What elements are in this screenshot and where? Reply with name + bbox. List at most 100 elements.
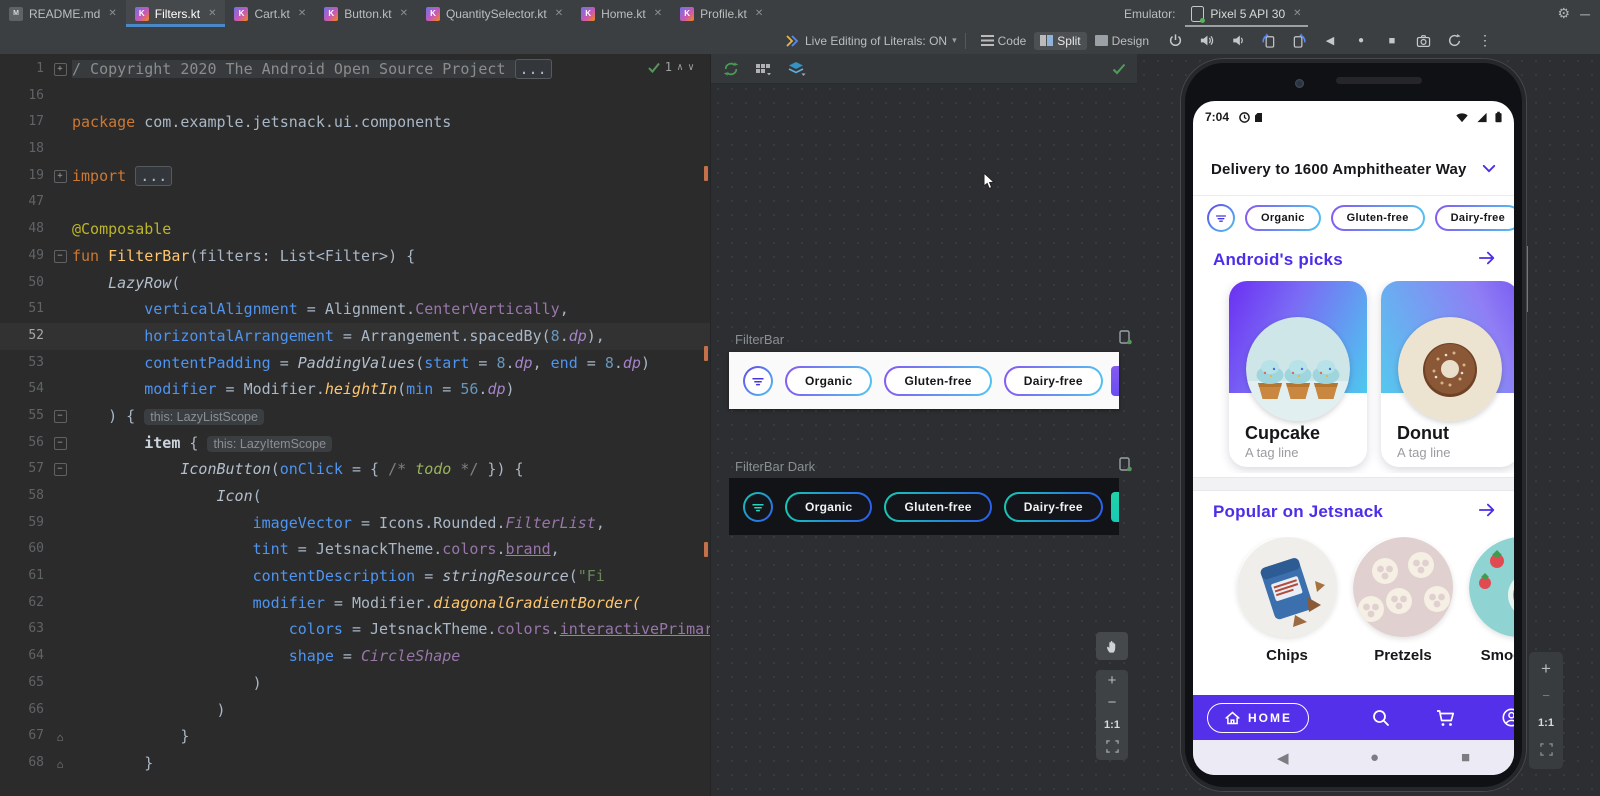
tab-filters-kt[interactable]: K Filters.kt ✕ bbox=[125, 0, 226, 27]
android-home-button[interactable]: ● bbox=[1370, 749, 1379, 766]
rotate-left-icon[interactable] bbox=[1259, 32, 1277, 50]
tab-home-kt[interactable]: K Home.kt ✕ bbox=[572, 0, 671, 27]
zoom-fit-icon[interactable] bbox=[1105, 740, 1119, 756]
close-icon[interactable]: ✕ bbox=[108, 8, 116, 19]
filter-chip-dairy-free[interactable]: Dairy-free bbox=[1003, 365, 1103, 396]
filter-chip-organic[interactable]: Organic bbox=[785, 365, 873, 396]
filter-chip-dairy-free[interactable]: Dairy-free bbox=[1003, 491, 1103, 522]
snapshot-icon[interactable] bbox=[1445, 32, 1463, 50]
more-icon[interactable]: ⋮ bbox=[1476, 32, 1494, 50]
zoom-fit-icon[interactable] bbox=[1539, 743, 1553, 759]
rotate-right-icon[interactable] bbox=[1290, 32, 1308, 50]
layers-icon[interactable] bbox=[788, 61, 806, 77]
filter-icon[interactable] bbox=[1207, 204, 1235, 232]
arrow-right-icon[interactable] bbox=[1476, 249, 1498, 272]
pan-hand-icon[interactable] bbox=[1096, 632, 1128, 660]
filter-chip-gluten-free[interactable]: Gluten-free bbox=[1330, 205, 1425, 231]
prev-problem-icon[interactable]: ∧ bbox=[677, 62, 683, 73]
zoom-actual-size[interactable]: 1:1 bbox=[1538, 716, 1554, 730]
phone-filter-row: Organic Gluten-free Dairy-free bbox=[1193, 201, 1514, 235]
nav-cart-button[interactable] bbox=[1435, 708, 1457, 728]
phone-camera bbox=[1295, 79, 1304, 88]
gear-icon[interactable]: ⚙ bbox=[1558, 5, 1571, 22]
android-overview-button[interactable]: ■ bbox=[1461, 749, 1470, 766]
filter-chip-gluten-free[interactable]: Gluten-free bbox=[884, 365, 992, 396]
emulator-label: Emulator: bbox=[1124, 6, 1176, 21]
view-mode-design[interactable]: Design bbox=[1089, 32, 1155, 50]
zoom-in-icon[interactable]: + bbox=[1541, 660, 1551, 677]
filter-icon[interactable] bbox=[743, 491, 773, 522]
fold-marker[interactable]: + bbox=[48, 163, 72, 190]
card-donut[interactable]: Donut A tag line bbox=[1381, 281, 1514, 467]
popular-smoothies[interactable]: Smoothies bbox=[1469, 537, 1514, 664]
tab-readme-md[interactable]: M README.md ✕ bbox=[0, 0, 126, 27]
android-back-button[interactable]: ◀ bbox=[1277, 749, 1289, 767]
close-icon[interactable]: ✕ bbox=[400, 8, 408, 19]
home-icon[interactable]: ● bbox=[1352, 32, 1370, 50]
editor-error-stripe[interactable] bbox=[704, 54, 709, 796]
partial-chip bbox=[1111, 492, 1119, 522]
status-bar: 7:04 bbox=[1193, 101, 1514, 127]
chips-dark: Organic Gluten-free Dairy-free bbox=[785, 491, 1103, 522]
phone-screen[interactable]: 7:04 Delivery to 1600 Amphitheater Way O… bbox=[1193, 101, 1514, 775]
close-icon[interactable]: ✕ bbox=[1293, 8, 1301, 19]
emulator-device-tab[interactable]: Pixel 5 API 30 ✕ bbox=[1185, 0, 1307, 27]
tab-button-kt[interactable]: K Button.kt ✕ bbox=[315, 0, 417, 27]
preview-title-filterbar[interactable]: FilterBar bbox=[735, 332, 784, 347]
build-refresh-icon[interactable] bbox=[723, 61, 739, 77]
inspection-widget[interactable]: 1 ∧ ∨ bbox=[647, 60, 694, 74]
fold-marker[interactable]: ⌂ bbox=[48, 723, 72, 750]
filter-chip-organic[interactable]: Organic bbox=[1245, 205, 1321, 231]
zoom-in-icon[interactable]: + bbox=[1108, 673, 1117, 688]
preview-title-filterbar-dark[interactable]: FilterBar Dark bbox=[735, 459, 815, 474]
arrow-right-icon[interactable] bbox=[1476, 501, 1498, 524]
filter-chip-gluten-free[interactable]: Gluten-free bbox=[884, 491, 992, 522]
popular-pretzels[interactable]: Pretzels bbox=[1353, 537, 1453, 664]
tab-quantityselector-kt[interactable]: K QuantitySelector.kt ✕ bbox=[417, 0, 572, 27]
fold-marker[interactable]: − bbox=[48, 403, 72, 430]
nav-profile-button[interactable] bbox=[1501, 707, 1514, 728]
back-icon[interactable]: ◀ bbox=[1321, 32, 1339, 50]
zoom-actual-size[interactable]: 1:1 bbox=[1104, 718, 1120, 732]
nav-search-button[interactable] bbox=[1371, 708, 1391, 728]
filter-chip-organic[interactable]: Organic bbox=[785, 491, 873, 522]
code-line: 62 modifier = Modifier.diagonalGradientB… bbox=[28, 593, 641, 612]
view-mode-code[interactable]: Code bbox=[975, 32, 1033, 50]
power-icon[interactable] bbox=[1166, 32, 1184, 50]
live-literals-toggle[interactable]: Live Editing of Literals: ON ▾ bbox=[786, 34, 957, 48]
close-icon[interactable]: ✕ bbox=[755, 8, 763, 19]
tab-cart-kt[interactable]: K Cart.kt ✕ bbox=[225, 0, 315, 27]
close-icon[interactable]: ✕ bbox=[298, 8, 306, 19]
view-mode-split[interactable]: Split bbox=[1034, 31, 1087, 50]
fold-marker[interactable]: − bbox=[48, 456, 72, 483]
hide-panel-icon[interactable]: ─ bbox=[1580, 6, 1590, 22]
zoom-out-icon[interactable]: − bbox=[1108, 695, 1117, 710]
markdown-file-icon: M bbox=[9, 6, 23, 21]
filter-icon[interactable] bbox=[743, 365, 773, 396]
close-icon[interactable]: ✕ bbox=[654, 8, 662, 19]
delivery-address-selector[interactable]: Delivery to 1600 Amphitheater Way bbox=[1193, 149, 1514, 189]
screenshot-icon[interactable] bbox=[1414, 32, 1432, 50]
tab-profile-kt[interactable]: K Profile.kt ✕ bbox=[671, 0, 772, 27]
run-on-device-icon[interactable] bbox=[1118, 330, 1132, 350]
nav-home-button[interactable]: HOME bbox=[1207, 702, 1309, 733]
next-problem-icon[interactable]: ∨ bbox=[688, 62, 694, 73]
pixel5-phone-frame: 7:04 Delivery to 1600 Amphitheater Way O… bbox=[1180, 58, 1527, 792]
zoom-out-icon[interactable]: − bbox=[1542, 689, 1550, 703]
card-cupcake[interactable]: Cupcake A tag line bbox=[1229, 281, 1367, 467]
close-icon[interactable]: ✕ bbox=[208, 8, 216, 19]
code-editor[interactable]: 1 + / Copyright 2020 The Android Open Sour… bbox=[0, 54, 710, 796]
run-on-device-icon[interactable] bbox=[1118, 457, 1132, 477]
code-line: 19 + import ... bbox=[0, 163, 710, 190]
overview-icon[interactable]: ■ bbox=[1383, 32, 1401, 50]
fold-marker[interactable]: + bbox=[48, 56, 72, 83]
volume-down-icon[interactable] bbox=[1228, 32, 1246, 50]
close-icon[interactable]: ✕ bbox=[555, 8, 563, 19]
fold-marker[interactable]: − bbox=[48, 430, 72, 457]
fold-marker[interactable]: ⌂ bbox=[48, 750, 72, 777]
layout-grid-icon[interactable] bbox=[755, 62, 772, 76]
filter-chip-dairy-free[interactable]: Dairy-free bbox=[1434, 205, 1514, 231]
popular-chips[interactable]: Chips bbox=[1237, 537, 1337, 664]
volume-up-icon[interactable] bbox=[1197, 32, 1215, 50]
fold-marker[interactable]: − bbox=[48, 243, 72, 270]
